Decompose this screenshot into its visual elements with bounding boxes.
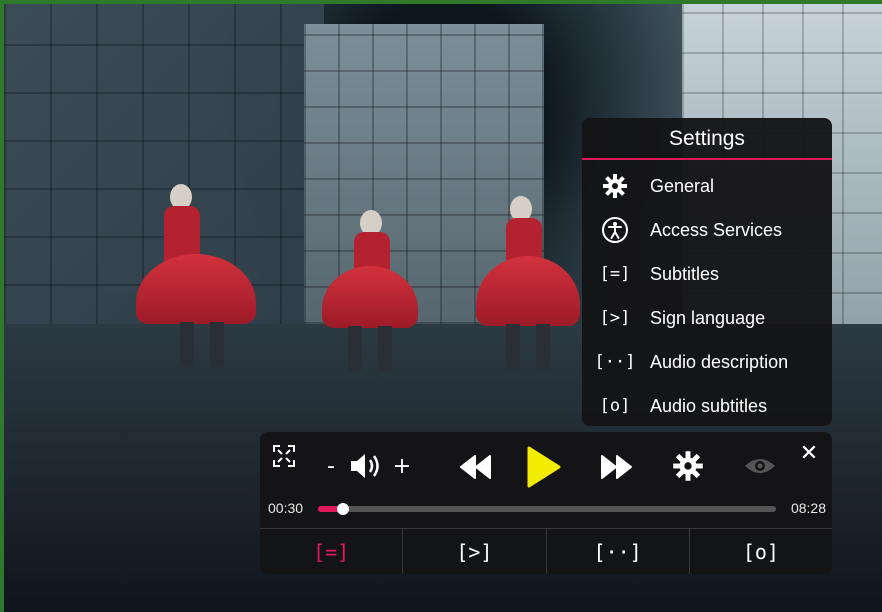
subtitles-icon: [=]: [599, 264, 631, 284]
settings-panel: Settings General Access Services [=] Sub…: [582, 118, 832, 426]
settings-item-label: Sign language: [650, 307, 766, 328]
volume-down-button[interactable]: -: [322, 454, 340, 479]
audio-description-icon: [··]: [594, 352, 636, 372]
sign-language-icon: [>]: [599, 308, 631, 328]
access-tabs: [=] [>] [··] [o]: [260, 528, 832, 574]
speaker-icon: [351, 454, 379, 478]
settings-item-label: Subtitles: [650, 263, 720, 284]
rewind-button[interactable]: [456, 450, 494, 484]
current-time: 00:30: [268, 500, 304, 516]
settings-item-label: Audio description: [650, 351, 789, 372]
fullscreen-icon: [273, 445, 295, 467]
settings-menu: General Access Services [=] Subtitles [>…: [582, 160, 832, 428]
player-controls: - + ✕ 00:30 08:28 [=] [>] [··] [o]: [260, 432, 832, 574]
gear-icon: [673, 451, 703, 481]
settings-button[interactable]: [670, 448, 706, 484]
eye-icon: [745, 459, 775, 473]
settings-item-audio-subtitles[interactable]: [o] Audio subtitles: [582, 384, 832, 428]
tab-audio-description[interactable]: [··]: [547, 529, 690, 574]
gear-icon: [598, 172, 632, 200]
fast-forward-button[interactable]: [598, 450, 636, 484]
fullscreen-button[interactable]: [270, 442, 298, 470]
tab-subtitles[interactable]: [=]: [260, 529, 404, 574]
settings-item-sign-language[interactable]: [>] Sign language: [582, 296, 832, 340]
progress-thumb[interactable]: [337, 503, 350, 515]
settings-item-label: Audio subtitles: [650, 395, 768, 416]
settings-item-label: General: [650, 175, 715, 196]
accessibility-icon: [598, 216, 632, 244]
play-button[interactable]: [524, 444, 564, 490]
audio-subtitles-icon: [o]: [599, 396, 631, 416]
rewind-icon: [460, 455, 491, 479]
tab-audio-subtitles[interactable]: [o]: [690, 529, 832, 574]
settings-title: Settings: [582, 118, 832, 160]
settings-item-audio-description[interactable]: [··] Audio description: [582, 340, 832, 384]
visibility-button[interactable]: [742, 452, 778, 480]
settings-item-general[interactable]: General: [582, 164, 832, 208]
play-icon: [527, 446, 561, 488]
volume-up-button[interactable]: +: [392, 454, 412, 479]
progress-bar[interactable]: [318, 503, 776, 515]
tab-sign-language[interactable]: [>]: [403, 529, 547, 574]
settings-item-access-services[interactable]: Access Services: [582, 208, 832, 252]
settings-item-label: Access Services: [650, 219, 783, 240]
fast-forward-icon: [601, 455, 632, 479]
volume-button[interactable]: [346, 450, 386, 482]
close-button[interactable]: ✕: [798, 441, 820, 466]
settings-item-subtitles[interactable]: [=] Subtitles: [582, 252, 832, 296]
total-time: 08:28: [790, 500, 826, 516]
